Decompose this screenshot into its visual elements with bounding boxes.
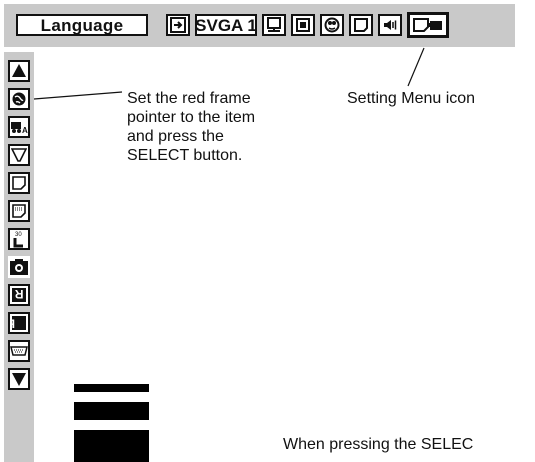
- select-instruction-line: and press the: [127, 128, 224, 145]
- select-instruction-line: pointer to the item: [127, 109, 256, 126]
- black-bar-medium: [74, 402, 149, 420]
- callout-lines: [33, 47, 425, 100]
- select-instruction-line: SELECT button.: [127, 147, 243, 164]
- black-bar-thick: [74, 430, 149, 462]
- setting-menu-icon-callout: Setting Menu icon: [347, 90, 476, 107]
- select-instruction-line: Set the red frame: [127, 90, 251, 107]
- select-instruction-callout: Set the red frame pointer to the item an…: [127, 89, 255, 165]
- pressing-select-callout: When pressing the SELEC: [283, 436, 474, 453]
- black-bar-thin: [74, 384, 149, 392]
